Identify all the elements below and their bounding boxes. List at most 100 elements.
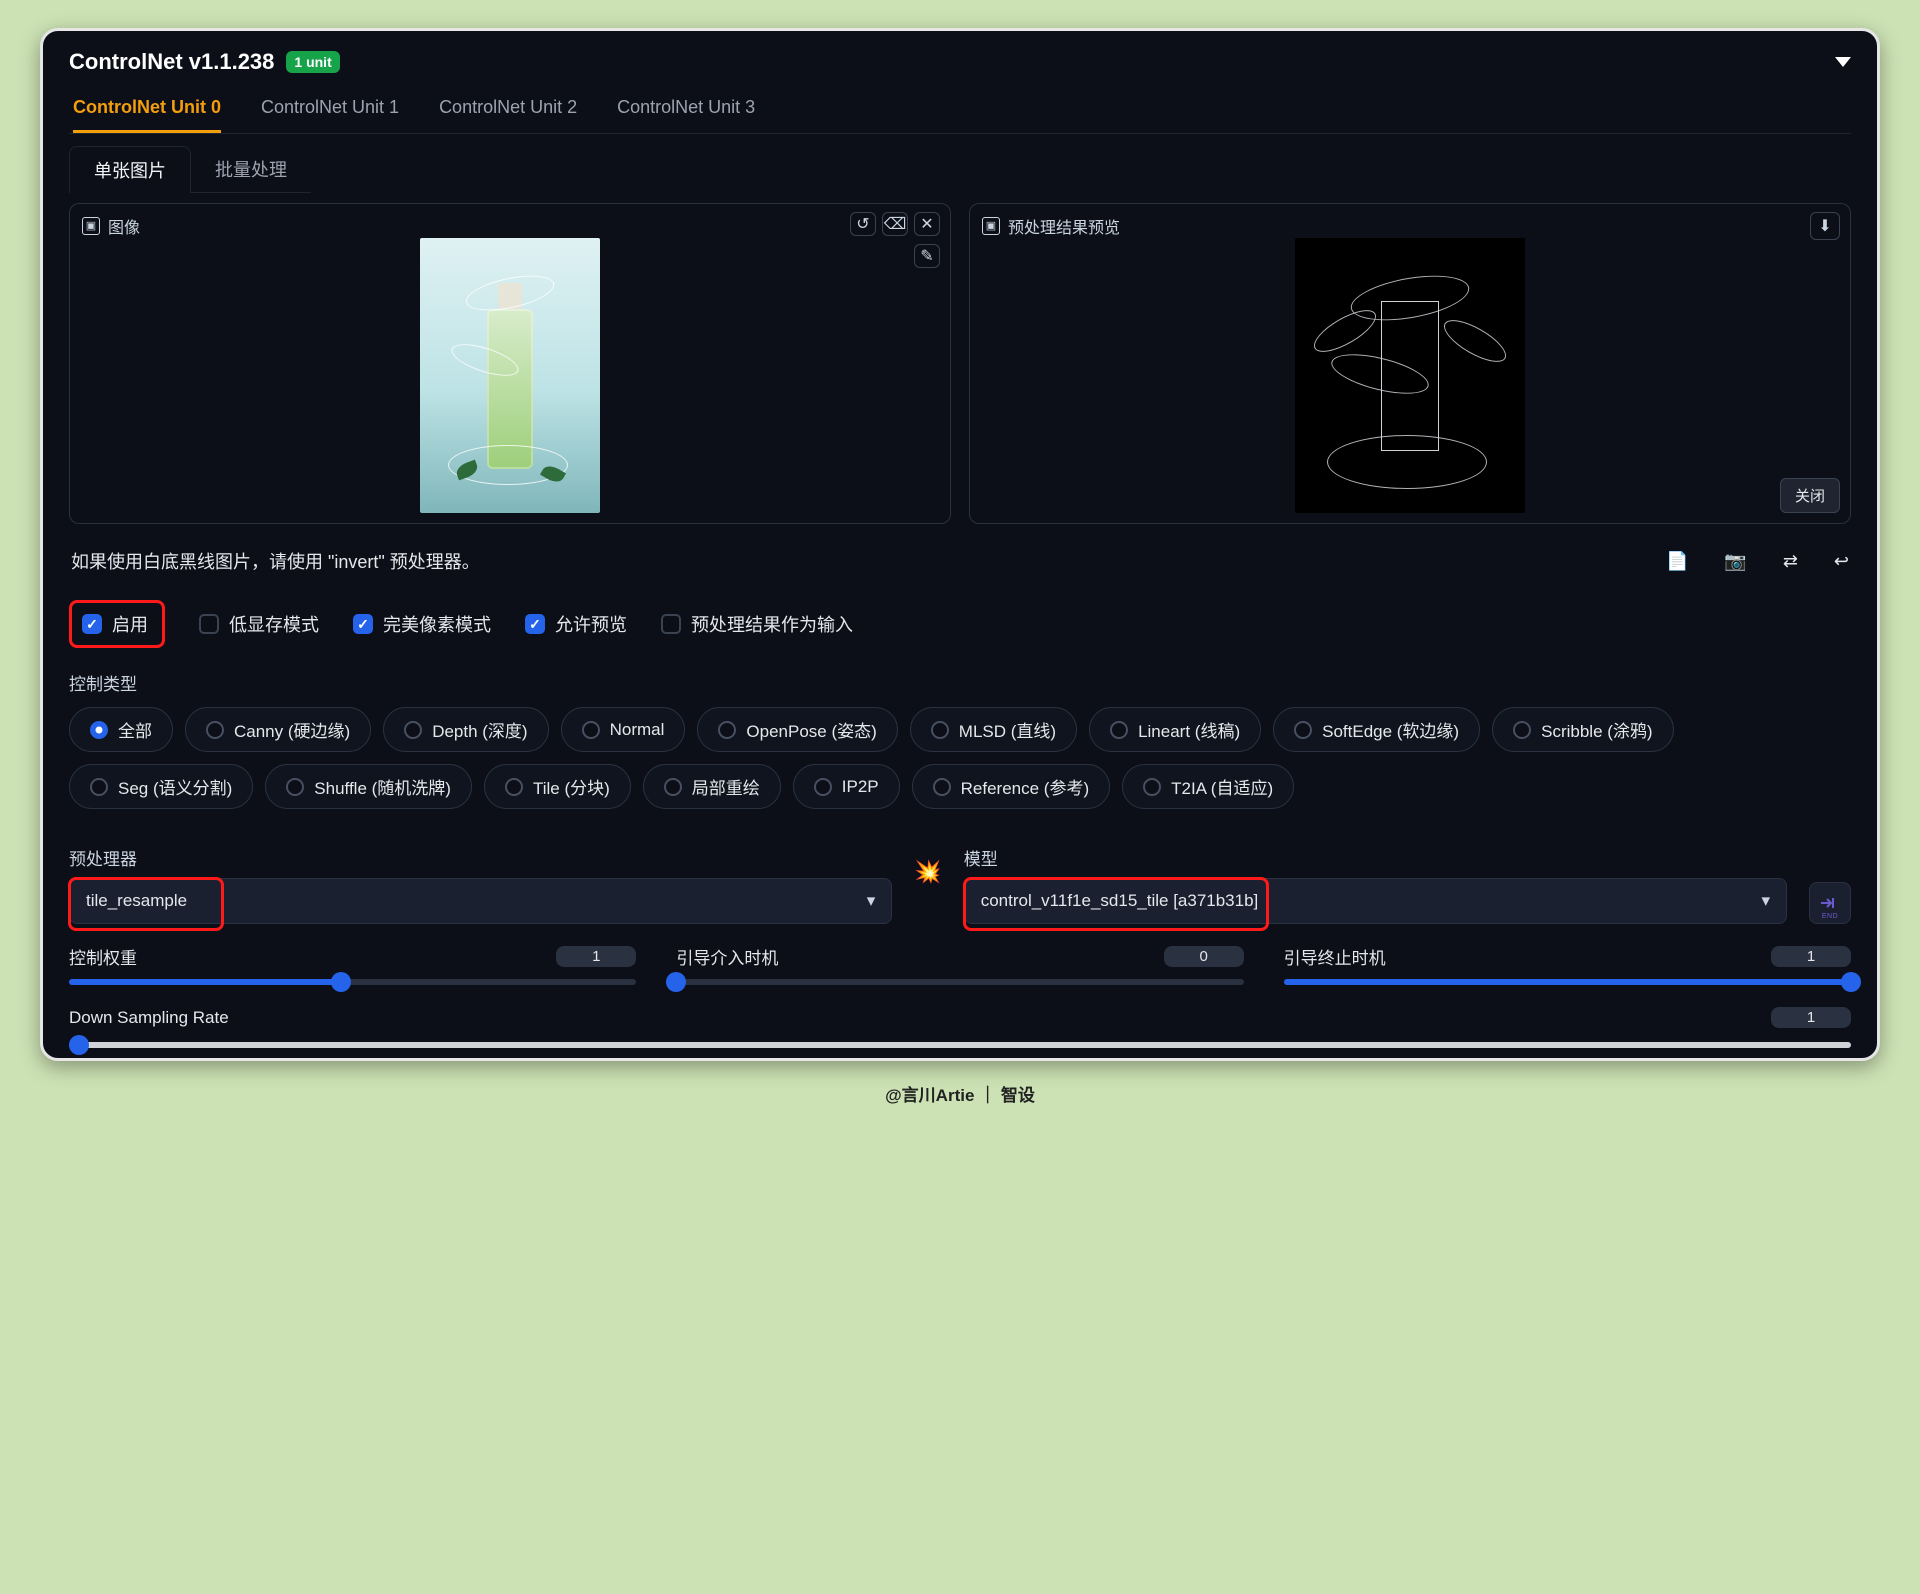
go-end-label: END bbox=[1822, 913, 1838, 920]
selector-row: 预处理器 tile_resample ▾ 💥 模型 control_v11f1e… bbox=[69, 823, 1851, 924]
camera-icon[interactable]: 📷 bbox=[1724, 551, 1746, 572]
lowvram-label: 低显存模式 bbox=[229, 611, 319, 637]
subtab-single[interactable]: 单张图片 bbox=[69, 146, 191, 193]
radio-icon bbox=[582, 721, 600, 739]
input-image-card[interactable]: ▣ 图像 ↺ ⌫ ✕ ✎ bbox=[69, 203, 951, 524]
controltype-option-label: Tile (分块) bbox=[533, 774, 610, 799]
pixelperfect-label: 完美像素模式 bbox=[383, 611, 491, 637]
close-icon[interactable]: ✕ bbox=[914, 212, 940, 236]
slider-weight[interactable]: 控制权重 1 bbox=[69, 944, 636, 985]
downsampling-value[interactable]: 1 bbox=[1771, 1007, 1851, 1028]
controltype-option-label: Canny (硬边缘) bbox=[234, 717, 350, 742]
image-icon: ▣ bbox=[82, 217, 100, 235]
controltype-option-label: Seg (语义分割) bbox=[118, 774, 232, 799]
subtab-batch[interactable]: 批量处理 bbox=[191, 146, 311, 193]
weight-value[interactable]: 1 bbox=[556, 946, 636, 967]
slider-end[interactable]: 引导终止时机 1 bbox=[1284, 944, 1851, 985]
tab-unit-3[interactable]: ControlNet Unit 3 bbox=[617, 87, 755, 133]
preprocessor-select[interactable]: tile_resample ▾ bbox=[69, 878, 892, 924]
previewasinput-checkbox[interactable]: 预处理结果作为输入 bbox=[661, 611, 853, 637]
previewasinput-label: 预处理结果作为输入 bbox=[691, 611, 853, 637]
radio-icon bbox=[404, 721, 422, 739]
undo-icon[interactable]: ↺ bbox=[850, 212, 876, 236]
allowpreview-label: 允许预览 bbox=[555, 611, 627, 637]
controltype-option-label: T2IA (自适应) bbox=[1171, 774, 1273, 799]
controlnet-panel: ControlNet v1.1.238 1 unit ControlNet Un… bbox=[40, 28, 1880, 1061]
pencil-icon[interactable]: ✎ bbox=[914, 244, 940, 268]
model-select[interactable]: control_v11f1e_sd15_tile [a371b31b] ▾ bbox=[964, 878, 1787, 924]
controltype-option-label: Shuffle (随机洗牌) bbox=[314, 774, 451, 799]
controltype-option[interactable]: SoftEdge (软边缘) bbox=[1273, 707, 1480, 752]
download-icon[interactable]: ⬇ bbox=[1810, 212, 1840, 240]
radio-icon bbox=[206, 721, 224, 739]
end-value[interactable]: 1 bbox=[1771, 946, 1851, 967]
radio-icon bbox=[931, 721, 949, 739]
close-preview-button[interactable]: 关闭 bbox=[1780, 478, 1840, 513]
downsampling-track[interactable] bbox=[69, 1042, 1851, 1048]
radio-icon bbox=[1143, 778, 1161, 796]
preprocessor-label: 预处理器 bbox=[69, 845, 892, 870]
hint-row: 如果使用白底黑线图片，请使用 "invert" 预处理器。 📄 📷 ⇄ ↩ bbox=[69, 548, 1851, 576]
weight-track[interactable] bbox=[69, 979, 636, 985]
collapse-caret-icon[interactable] bbox=[1835, 57, 1851, 67]
controltype-option[interactable]: Seg (语义分割) bbox=[69, 764, 253, 809]
controltype-option[interactable]: IP2P bbox=[793, 764, 900, 809]
controltype-label: 控制类型 bbox=[69, 670, 1851, 695]
swap-icon[interactable]: ⇄ bbox=[1783, 551, 1798, 572]
controltype-option-label: Normal bbox=[610, 720, 665, 740]
new-canvas-icon[interactable]: 📄 bbox=[1666, 551, 1688, 572]
checkbox-icon bbox=[82, 614, 102, 634]
allowpreview-checkbox[interactable]: 允许预览 bbox=[525, 611, 627, 637]
controltype-option[interactable]: Normal bbox=[561, 707, 686, 752]
input-image-preview bbox=[420, 238, 600, 513]
run-preprocessor-button[interactable]: 💥 bbox=[914, 859, 941, 885]
controltype-option[interactable]: Reference (参考) bbox=[912, 764, 1110, 809]
start-track[interactable] bbox=[676, 979, 1243, 985]
controltype-option[interactable]: Scribble (涂鸦) bbox=[1492, 707, 1673, 752]
preprocessor-value: tile_resample bbox=[86, 891, 187, 911]
tab-unit-1[interactable]: ControlNet Unit 1 bbox=[261, 87, 399, 133]
invert-hint: 如果使用白底黑线图片，请使用 "invert" 预处理器。 bbox=[71, 548, 480, 574]
start-label: 引导介入时机 bbox=[676, 944, 778, 969]
end-track[interactable] bbox=[1284, 979, 1851, 985]
controltype-option[interactable]: T2IA (自适应) bbox=[1122, 764, 1294, 809]
unit-tabs: ControlNet Unit 0 ControlNet Unit 1 Cont… bbox=[69, 85, 1851, 134]
radio-icon bbox=[1513, 721, 1531, 739]
controltype-option[interactable]: Lineart (线稿) bbox=[1089, 707, 1261, 752]
end-label: 引导终止时机 bbox=[1284, 944, 1386, 969]
tab-unit-2[interactable]: ControlNet Unit 2 bbox=[439, 87, 577, 133]
controltype-option[interactable]: MLSD (直线) bbox=[910, 707, 1077, 752]
controltype-option-label: Depth (深度) bbox=[432, 717, 527, 742]
downsampling-row[interactable]: Down Sampling Rate 1 bbox=[69, 1007, 1851, 1048]
erase-icon[interactable]: ⌫ bbox=[882, 212, 908, 236]
controltype-option-label: MLSD (直线) bbox=[959, 717, 1056, 742]
checkbox-icon bbox=[525, 614, 545, 634]
lowvram-checkbox[interactable]: 低显存模式 bbox=[199, 611, 319, 637]
unit-badge: 1 unit bbox=[286, 51, 339, 73]
enable-checkbox[interactable]: 启用 bbox=[82, 611, 148, 637]
start-value[interactable]: 0 bbox=[1164, 946, 1244, 967]
controltype-option-label: OpenPose (姿态) bbox=[746, 717, 876, 742]
controltype-option-label: 全部 bbox=[118, 717, 152, 742]
slider-start[interactable]: 引导介入时机 0 bbox=[676, 944, 1243, 985]
controltype-option-label: Scribble (涂鸦) bbox=[1541, 717, 1652, 742]
radio-icon bbox=[90, 778, 108, 796]
send-back-icon[interactable]: ↩ bbox=[1834, 551, 1849, 572]
panel-title: ControlNet v1.1.238 bbox=[69, 49, 274, 75]
preprocess-preview-card: ▣ 预处理结果预览 ⬇ 关闭 bbox=[969, 203, 1851, 524]
controltype-option[interactable]: Depth (深度) bbox=[383, 707, 548, 752]
radio-icon bbox=[814, 778, 832, 796]
controltype-option[interactable]: 局部重绘 bbox=[643, 764, 781, 809]
controltype-option[interactable]: Canny (硬边缘) bbox=[185, 707, 371, 752]
controltype-option[interactable]: 全部 bbox=[69, 707, 173, 752]
sliders-row: 控制权重 1 引导介入时机 0 引导终止时机 1 bbox=[69, 944, 1851, 985]
controltype-option[interactable]: Tile (分块) bbox=[484, 764, 631, 809]
controltype-option[interactable]: Shuffle (随机洗牌) bbox=[265, 764, 472, 809]
pixelperfect-checkbox[interactable]: 完美像素模式 bbox=[353, 611, 491, 637]
checkbox-icon bbox=[199, 614, 219, 634]
controltype-option[interactable]: OpenPose (姿态) bbox=[697, 707, 897, 752]
panel-header: ControlNet v1.1.238 1 unit bbox=[69, 49, 1851, 85]
tab-unit-0[interactable]: ControlNet Unit 0 bbox=[73, 87, 221, 133]
go-end-button[interactable]: END bbox=[1809, 882, 1851, 924]
checkbox-row: 启用 低显存模式 完美像素模式 允许预览 预处理结果作为输入 bbox=[69, 600, 1851, 648]
